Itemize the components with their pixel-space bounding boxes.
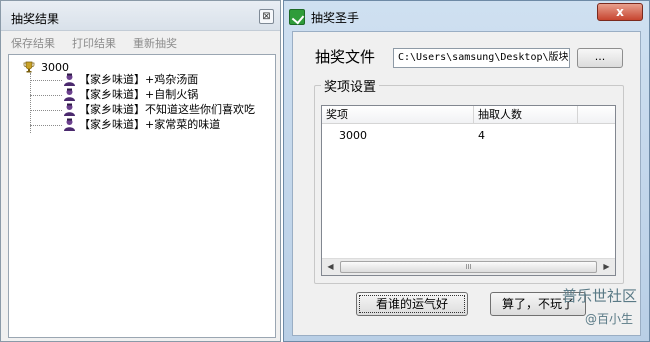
count-cell: 4 [478,129,485,142]
prize-settings-title: 奖项设置 [321,76,380,95]
scroll-right-icon[interactable]: ▶ [598,259,615,275]
save-results-menu[interactable]: 保存结果 [11,35,55,51]
app-logo-icon [289,9,305,25]
watermark-author: @百小生 [585,312,634,326]
user-icon [64,73,75,86]
results-window: 抽奖结果 ⊠ 保存结果 打印结果 重新抽奖 3000 【家乡味道】+鸡杂汤面 【… [0,0,281,342]
tree-item-label: 【家乡味道】+鸡杂汤面 [79,73,199,86]
scroll-left-icon[interactable]: ◀ [322,259,339,275]
tree-item[interactable]: 【家乡味道】+自制火锅 [30,88,275,102]
prize-cell: 3000 [339,129,367,142]
tree-item-label: 【家乡味道】+自制火锅 [79,88,199,101]
column-header-count[interactable]: 抽取人数 [474,106,578,124]
close-icon[interactable]: ⊠ [259,9,274,24]
browse-button[interactable]: ... [577,48,623,68]
results-menu-bar: 保存结果 打印结果 重新抽奖 [1,32,280,52]
user-icon [64,103,75,116]
file-label: 抽奖文件 [315,48,376,66]
tree-item-label: 【家乡味道】+家常菜的味道 [79,118,221,131]
file-path-input[interactable]: C:\Users\samsung\Desktop\版块 [393,48,570,68]
tree-item[interactable]: 【家乡味道】+鸡杂汤面 [30,73,275,87]
tree-item-label: 【家乡味道】不知道这些你们喜欢吃 [79,103,255,116]
table-row[interactable]: 3000 4 [322,128,615,144]
results-window-title: 抽奖结果 [11,12,60,26]
results-tree[interactable]: 3000 【家乡味道】+鸡杂汤面 【家乡味道】+自制火锅 【家乡味道】不知道这些… [8,54,276,338]
redraw-menu[interactable]: 重新抽奖 [133,35,177,51]
lottery-window-title: 抽奖圣手 [311,11,360,25]
tree-item[interactable]: 【家乡味道】不知道这些你们喜欢吃 [30,103,275,117]
results-title-bar[interactable]: 抽奖结果 ⊠ [1,1,280,31]
user-icon [64,88,75,101]
draw-button[interactable]: 看谁的运气好 [356,292,468,316]
trophy-icon [23,61,35,73]
watermark-site: 普乐世社区 [562,287,638,305]
prize-list-header: 奖项 抽取人数 [322,106,615,124]
horizontal-scrollbar[interactable]: ◀ III ▶ [322,258,615,275]
tree-item[interactable]: 【家乡味道】+家常菜的味道 [30,118,275,132]
scroll-thumb[interactable]: III [340,261,597,273]
close-button[interactable]: x [597,3,643,21]
user-icon [64,118,75,131]
print-results-menu[interactable]: 打印结果 [72,35,116,51]
column-header-prize[interactable]: 奖项 [322,106,474,124]
prize-list[interactable]: 奖项 抽取人数 3000 4 ◀ III ▶ [321,105,616,276]
